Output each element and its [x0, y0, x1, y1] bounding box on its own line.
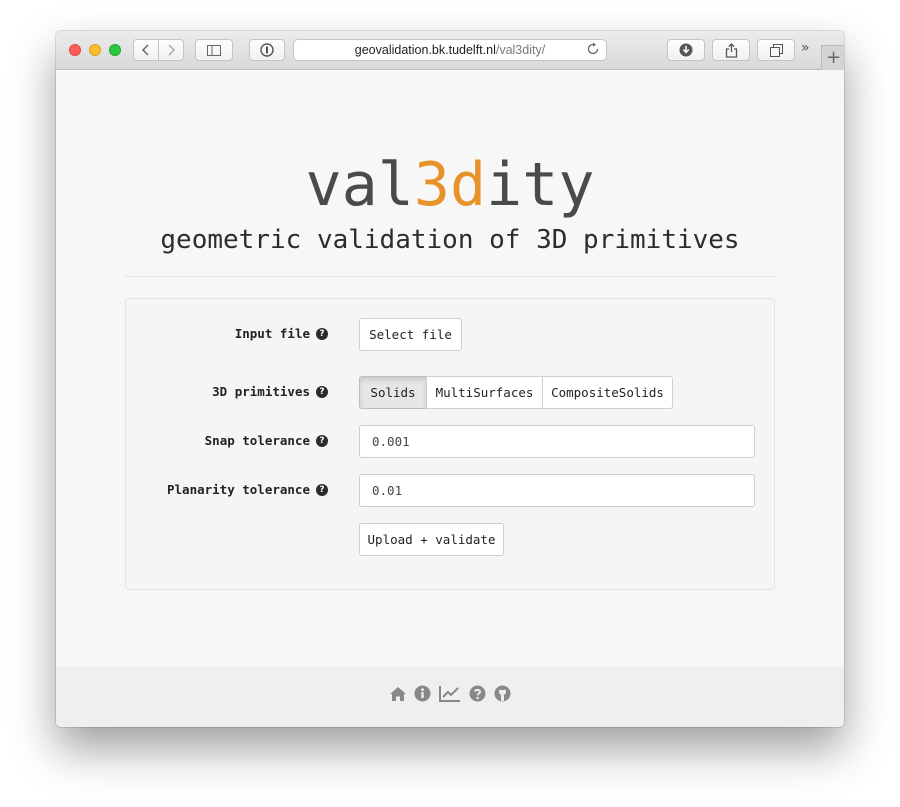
sidebar-button[interactable] [195, 39, 233, 61]
new-tab-button[interactable]: + [821, 45, 844, 70]
page-content: val3dity geometric validation of 3D prim… [56, 70, 844, 727]
planarity-tolerance-label-text: Planarity tolerance [167, 482, 310, 497]
question-circle-icon[interactable]: ? [316, 385, 328, 398]
snap-tolerance-input[interactable] [359, 425, 755, 458]
forward-button[interactable] [158, 39, 184, 61]
snap-tolerance-label: Snap tolerance ? [205, 433, 328, 448]
logo-text-accent: 3d [413, 150, 487, 220]
question-circle-icon[interactable]: ? [316, 483, 328, 496]
password-key-icon [260, 43, 274, 57]
minimize-window-button[interactable] [89, 44, 101, 56]
validation-form: Input file ? Select file 3D primitives ?… [125, 298, 775, 590]
github-icon[interactable] [493, 684, 512, 703]
share-icon [725, 42, 737, 58]
more-toolbar-icon[interactable]: » [801, 40, 810, 56]
input-file-label: Input file ? [235, 326, 328, 341]
primitives-label: 3D primitives ? [212, 384, 328, 399]
page-tagline: geometric validation of 3D primitives [160, 225, 740, 255]
primitive-option-solids[interactable]: Solids [359, 376, 427, 409]
primitives-label-text: 3D primitives [212, 384, 310, 399]
footer-icon-bar [56, 684, 844, 703]
header-divider [125, 276, 775, 277]
input-file-label-text: Input file [234, 326, 310, 341]
reload-button[interactable] [587, 42, 600, 59]
select-file-button[interactable]: Select file [359, 318, 462, 351]
question-circle-icon[interactable]: ? [316, 327, 328, 340]
reload-icon [587, 42, 599, 55]
download-icon [679, 43, 693, 57]
chart-icon[interactable] [438, 684, 462, 703]
sidebar-icon [207, 44, 221, 56]
close-window-button[interactable] [69, 44, 81, 56]
back-button[interactable] [133, 39, 159, 61]
password-button[interactable] [249, 39, 285, 61]
address-bar[interactable]: geovalidation.bk.tudelft.nl/val3dity/ [293, 39, 607, 61]
question-circle-icon[interactable]: ? [316, 434, 328, 447]
logo-text-pre: val [305, 150, 414, 220]
primitive-option-compositesolids[interactable]: CompositeSolids [542, 376, 673, 409]
page-footer [56, 667, 844, 727]
home-icon[interactable] [388, 684, 407, 703]
planarity-tolerance-input[interactable] [359, 474, 755, 507]
tabs-overview-button[interactable] [757, 39, 795, 61]
url-host: geovalidation.bk.tudelft.nl [354, 43, 496, 57]
upload-validate-button[interactable]: Upload + validate [359, 523, 504, 556]
share-button[interactable] [712, 39, 750, 61]
browser-toolbar: geovalidation.bk.tudelft.nl/val3dity/ » … [56, 31, 844, 70]
planarity-tolerance-label: Planarity tolerance ? [167, 482, 328, 497]
info-icon[interactable] [413, 684, 432, 703]
primitive-option-multisurfaces[interactable]: MultiSurfaces [426, 376, 543, 409]
snap-tolerance-label-text: Snap tolerance [204, 433, 310, 448]
chevron-right-icon [168, 44, 176, 56]
question-icon[interactable] [468, 684, 487, 703]
primitives-selector: Solids MultiSurfaces CompositeSolids [359, 376, 673, 409]
browser-window: geovalidation.bk.tudelft.nl/val3dity/ » … [56, 31, 844, 727]
url-path: /val3dity/ [495, 43, 546, 57]
val3dity-logo: val3dity [56, 155, 844, 215]
logo-text-post: ity [486, 150, 595, 220]
downloads-button[interactable] [667, 39, 705, 61]
chevron-left-icon [141, 44, 149, 56]
tabs-icon [769, 43, 783, 57]
zoom-window-button[interactable] [109, 44, 121, 56]
